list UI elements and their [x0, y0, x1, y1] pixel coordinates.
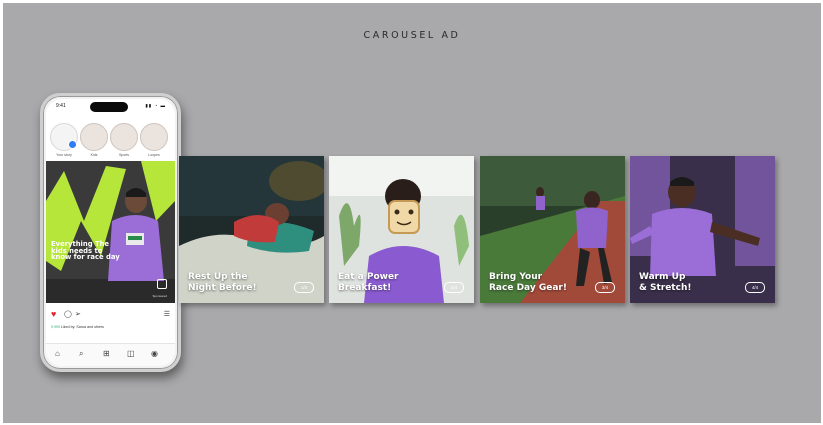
carousel-slide-2[interactable]: Eat a Power Breakfast! 2/4: [329, 156, 474, 303]
story-name: Sports: [118, 153, 130, 157]
carousel-slide-3[interactable]: Bring Your Race Day Gear! 3/4: [480, 156, 625, 303]
story-kids[interactable]: Kids: [80, 123, 108, 157]
slide-counter-badge: 3/4: [595, 282, 615, 293]
home-icon[interactable]: ⌂: [55, 349, 60, 358]
post-actions: ♥ ◯ ➢ ☰: [51, 309, 170, 321]
like-icon[interactable]: ♥: [51, 309, 56, 319]
status-time: 9:41: [56, 103, 66, 109]
story-loopes[interactable]: Loopes: [140, 123, 168, 157]
post-artwork: [46, 161, 175, 303]
likes-label: Liked by: Saroa and others: [61, 325, 104, 329]
profile-icon[interactable]: ◉: [151, 349, 158, 358]
likes-count: 9,999: [51, 325, 60, 329]
avatar: [110, 123, 138, 151]
reels-icon[interactable]: ◫: [127, 349, 135, 358]
likes-text: 9,999 Liked by: Saroa and others: [51, 325, 104, 329]
story-your-story[interactable]: Your story: [50, 123, 78, 157]
story-name: Loopes: [148, 153, 160, 157]
story-name: Your story: [56, 153, 72, 157]
status-bar: 9:41 ▮▮ ◔ ▬: [46, 99, 175, 113]
search-icon[interactable]: ⌕: [79, 349, 83, 359]
post-caption: Everything The kids needs to know for ra…: [51, 240, 120, 262]
phone-screen: 9:41 ▮▮ ◔ ▬ Your story Kids Sports Loope…: [46, 99, 175, 366]
feed-post-image[interactable]: Everything The kids needs to know for ra…: [46, 161, 175, 303]
avatar: [80, 123, 108, 151]
story-name: Kids: [90, 153, 98, 157]
create-icon[interactable]: ⊞: [103, 349, 110, 358]
carousel-ad-title: CAROUSEL AD: [363, 30, 461, 41]
avatar: [140, 123, 168, 151]
post-credit: Sponsored: [152, 294, 167, 298]
story-sports[interactable]: Sports: [110, 123, 138, 157]
slide-counter-badge: 1/4: [294, 282, 314, 293]
dynamic-island: [90, 102, 128, 112]
canvas: CAROUSEL AD 9:41 ▮▮ ◔ ▬ Your story Kids: [3, 3, 821, 423]
slide-counter-badge: 2/4: [444, 282, 464, 293]
phone-mockup: 9:41 ▮▮ ◔ ▬ Your story Kids Sports Loope…: [40, 93, 181, 372]
carousel-indicator-icon: [157, 279, 167, 289]
status-icons: ▮▮ ◔ ▬: [145, 103, 166, 108]
slide-caption: Warm Up & Stretch!: [639, 272, 692, 293]
comment-icon[interactable]: ◯: [64, 310, 72, 318]
carousel-slide-4[interactable]: Warm Up & Stretch! 4/4: [630, 156, 775, 303]
stories-row: Your story Kids Sports Loopes: [50, 123, 173, 157]
carousel-slide-1[interactable]: Rest Up the Night Before! 1/4: [179, 156, 324, 303]
slide-caption: Rest Up the Night Before!: [188, 272, 257, 293]
save-icon[interactable]: ☰: [164, 310, 170, 318]
slide-counter-badge: 4/4: [745, 282, 765, 293]
share-icon[interactable]: ➢: [75, 310, 81, 318]
slide-caption: Eat a Power Breakfast!: [338, 272, 399, 293]
bottom-nav: ⌂ ⌕ ⊞ ◫ ◉: [46, 343, 175, 366]
add-story-icon[interactable]: [68, 140, 77, 149]
slide-caption: Bring Your Race Day Gear!: [489, 272, 567, 293]
